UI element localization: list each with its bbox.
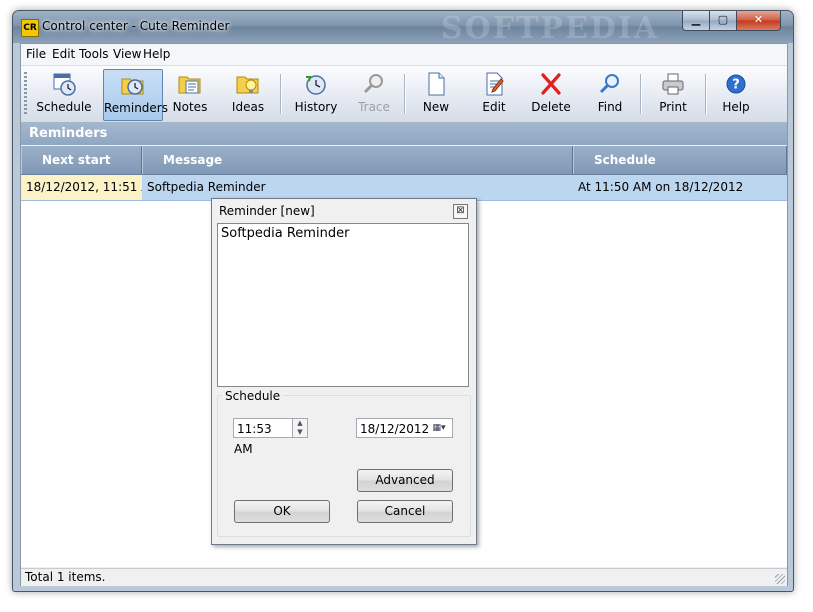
history-clock-icon [306, 75, 326, 95]
status-bar: Total 1 items. [21, 568, 787, 586]
schedule-group-label: Schedule [222, 389, 284, 403]
next-start-cell: 18/12/2012, 11:51 AM [21, 175, 142, 200]
notes-button[interactable]: Notes [167, 69, 213, 119]
minimize-button[interactable]: ▁ [682, 11, 710, 31]
printer-icon [662, 73, 684, 95]
column-message[interactable]: Message [142, 146, 573, 174]
toolbar-separator [404, 74, 406, 114]
window-title: Control center - Cute Reminder [42, 19, 230, 33]
ideas-button[interactable]: Ideas [225, 69, 271, 119]
magnifier-disabled-icon [363, 74, 383, 94]
ok-button[interactable]: OK [234, 500, 330, 523]
menu-bar: File Edit Tools View Help [21, 44, 787, 66]
toolbar: Schedule Reminders Notes Ideas History T… [21, 66, 787, 123]
calendar-clock-icon [53, 73, 76, 96]
print-button[interactable]: Print [649, 69, 697, 119]
ideas-label: Ideas [231, 100, 265, 114]
close-button[interactable]: ✕ [736, 11, 781, 31]
dialog-title-bar[interactable]: Reminder [new] ⊠ [212, 199, 476, 221]
toolbar-separator [280, 74, 282, 114]
toolbar-grip[interactable] [24, 72, 27, 116]
column-schedule[interactable]: Schedule [573, 146, 787, 174]
dialog-title: Reminder [new] [219, 204, 315, 218]
schedule-label: Schedule [36, 100, 92, 114]
find-label: Find [597, 100, 623, 114]
menu-edit[interactable]: Edit [52, 47, 75, 61]
watermark-text: SOFTPEDIA [441, 11, 660, 46]
status-text: Total 1 items. [25, 570, 106, 584]
toolbar-separator [640, 74, 642, 114]
find-button[interactable]: Find [587, 69, 633, 119]
notes-folder-icon [178, 76, 201, 94]
cancel-button[interactable]: Cancel [357, 500, 453, 523]
dialog-close-button[interactable]: ⊠ [453, 204, 468, 219]
reminders-button[interactable]: Reminders [103, 69, 168, 121]
delete-label: Delete [531, 100, 571, 114]
help-label: Help [722, 100, 750, 114]
delete-x-icon [541, 73, 561, 95]
notes-label: Notes [172, 100, 208, 114]
delete-button[interactable]: Delete [527, 69, 575, 119]
message-cell: Softpedia Reminder [147, 180, 266, 194]
calendar-dropdown-icon[interactable]: ▦▾ [428, 419, 450, 437]
reminder-text-area[interactable]: Softpedia Reminder [217, 223, 469, 387]
section-title: Reminders [21, 123, 787, 145]
advanced-button[interactable]: Advanced [357, 469, 453, 492]
column-next-start[interactable]: Next start [21, 146, 142, 174]
trace-button[interactable]: Trace [351, 69, 397, 119]
edit-button[interactable]: Edit [471, 69, 517, 119]
time-input[interactable]: 11:53 AM [233, 418, 293, 456]
toolbar-separator [705, 74, 707, 114]
svg-text:?: ? [732, 78, 740, 93]
help-button[interactable]: ? Help [713, 69, 759, 119]
title-bar[interactable]: CR Control center - Cute Reminder SOFTPE… [13, 11, 793, 46]
edit-document-icon [486, 72, 504, 96]
spin-up-icon[interactable]: ▲ [293, 419, 307, 428]
time-spinner[interactable]: ▲ ▼ [292, 418, 308, 438]
maximize-button[interactable]: ▢ [709, 11, 737, 31]
menu-file[interactable]: File [26, 47, 46, 61]
schedule-cell: At 11:50 AM on 18/12/2012 [578, 180, 744, 194]
spin-down-icon[interactable]: ▼ [293, 428, 307, 437]
trace-label: Trace [358, 100, 390, 114]
find-magnifier-icon [599, 74, 619, 94]
ideas-folder-icon [236, 76, 259, 94]
menu-help[interactable]: Help [143, 47, 170, 61]
reminder-dialog: Reminder [new] ⊠ Softpedia Reminder Sche… [211, 198, 477, 545]
new-document-icon [428, 72, 445, 96]
help-question-icon: ? [726, 74, 746, 94]
history-label: History [294, 100, 338, 114]
new-label: New [422, 100, 450, 114]
list-header: Next start Message Schedule [21, 146, 787, 175]
menu-view[interactable]: View [113, 47, 141, 61]
app-logo-icon: CR [21, 19, 39, 37]
edit-label: Edit [482, 100, 506, 114]
schedule-button[interactable]: Schedule [35, 69, 93, 119]
history-button[interactable]: History [287, 69, 345, 119]
reminder-folder-icon [121, 78, 144, 95]
menu-tools[interactable]: Tools [79, 47, 109, 61]
print-label: Print [659, 100, 687, 114]
reminders-label: Reminders [104, 101, 168, 115]
size-grip[interactable] [775, 574, 785, 584]
new-button[interactable]: New [413, 69, 459, 119]
